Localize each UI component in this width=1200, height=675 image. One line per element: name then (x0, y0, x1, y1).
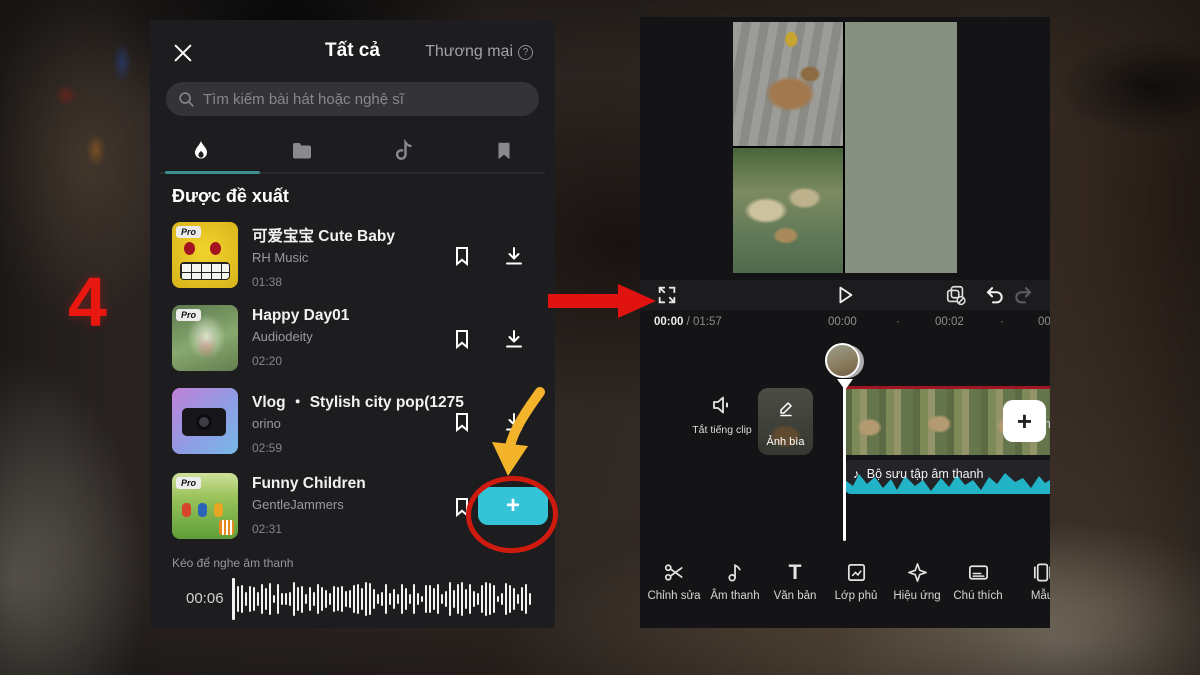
ruler-dot: · (896, 316, 900, 328)
preview-image-top-left (733, 22, 843, 146)
step-number: 4 (68, 262, 107, 342)
song-thumbnail: Pro (172, 305, 238, 371)
track-top-line (845, 386, 1050, 389)
playhead-pin[interactable] (825, 343, 865, 393)
song-title: 可爱宝宝 Cute Baby (252, 224, 548, 246)
pencil-icon (776, 398, 796, 418)
song-thumbnail: Pro (172, 222, 238, 288)
chart-icon (219, 520, 234, 535)
flame-icon (189, 139, 213, 163)
bookmark-icon[interactable] (450, 410, 474, 434)
video-preview[interactable] (733, 22, 957, 273)
editor-toolbar: Chỉnh sửa Âm thanh T Văn bản Lớp phủ (640, 560, 1050, 622)
timeline-ruler: 00:00 / 01:57 00:00 · 00:02 · 00 (640, 316, 1050, 332)
tab-saved[interactable] (454, 132, 555, 170)
ruler-dot: · (1000, 316, 1004, 328)
tool-text[interactable]: T Văn bản (765, 560, 825, 602)
mute-clip-button[interactable]: Tắt tiếng clip (690, 393, 754, 436)
drag-hint: Kéo để nghe âm thanh (172, 556, 293, 570)
tab-folder[interactable] (251, 132, 352, 170)
ruler-tick: 00 (1038, 316, 1050, 328)
download-icon[interactable] (502, 327, 526, 351)
pro-badge: Pro (176, 226, 201, 238)
ruler-tick: 00:00 (828, 316, 857, 328)
cover-label: Ảnh bìa (758, 436, 813, 448)
tool-captions[interactable]: Chú thích (948, 560, 1008, 602)
audio-track-clip[interactable]: ♪ Bộ sưu tập âm thanh (845, 460, 1050, 494)
help-icon[interactable]: ? (518, 45, 533, 60)
tool-edit[interactable]: Chỉnh sửa (644, 560, 704, 602)
song-row[interactable]: Pro Happy Day01 Audiodeity 02:20 (150, 301, 555, 379)
tab-commercial-label: Thương mại (425, 43, 513, 61)
template-icon (1031, 561, 1051, 584)
tab-trending[interactable] (150, 132, 251, 170)
preview-image-bottom-left (733, 148, 843, 273)
video-editor-panel: 00:00 / 01:57 00:00 · 00:02 · 00 Tắt tiế… (640, 17, 1050, 628)
undo-icon[interactable] (982, 284, 1004, 306)
tool-audio[interactable]: Âm thanh (705, 560, 765, 602)
song-thumbnail: Pro (172, 473, 238, 539)
preview-image-right (845, 22, 957, 273)
pro-badge: Pro (176, 309, 201, 321)
tab-active-indicator (165, 171, 260, 174)
search-input[interactable] (203, 91, 527, 108)
song-title: Happy Day01 (252, 307, 548, 325)
mute-clip-label: Tắt tiếng clip (690, 424, 754, 436)
music-waveform[interactable] (232, 576, 548, 622)
audio-track-label: ♪ Bộ sưu tập âm thanh (853, 467, 984, 481)
tutorial-screenshot: 4 Tất cả Thương mại ? (0, 0, 1200, 675)
scissors-icon (663, 561, 686, 584)
preview-time: 00:06 (186, 590, 224, 607)
download-icon[interactable] (502, 244, 526, 268)
tool-template[interactable]: Mẫu (1012, 560, 1050, 602)
bookmark-icon[interactable] (450, 244, 474, 268)
tool-overlay[interactable]: Lớp phủ (826, 560, 886, 602)
tab-tiktok-music[interactable] (353, 132, 454, 170)
bookmark-icon[interactable] (450, 327, 474, 351)
tool-effects[interactable]: Hiệu ứng (887, 560, 947, 602)
cover-button[interactable]: Ảnh bìa (758, 388, 813, 455)
playhead-line[interactable] (843, 379, 846, 541)
song-row[interactable]: Pro 可爱宝宝 Cute Baby RH Music 01:38 (150, 218, 555, 296)
tab-commercial[interactable]: Thương mại ? (425, 43, 533, 61)
playback-time: 00:00 / 01:57 (654, 316, 722, 328)
search-icon (178, 91, 195, 108)
effects-star-icon (906, 561, 929, 584)
fullscreen-icon[interactable] (656, 284, 678, 306)
music-note-icon (724, 561, 747, 584)
add-clip-button[interactable]: + (1003, 400, 1046, 442)
redo-icon[interactable] (1014, 284, 1036, 306)
text-tool-icon: T (789, 562, 802, 584)
overlay-icon (845, 561, 868, 584)
speaker-mute-icon (710, 393, 734, 417)
song-thumbnail (172, 388, 238, 454)
search-bar[interactable] (166, 82, 539, 116)
player-controls (640, 280, 1050, 310)
bookmark-icon (493, 140, 515, 162)
red-arrow (548, 284, 656, 318)
tiktok-note-icon (391, 139, 415, 163)
pro-badge: Pro (176, 477, 201, 489)
play-icon[interactable] (834, 284, 856, 306)
section-title: Được đề xuất (172, 186, 289, 207)
folder-icon (290, 139, 314, 163)
library-tabs (150, 132, 555, 170)
song-duration: 01:38 (252, 275, 548, 289)
music-note-icon: ♪ (853, 467, 859, 481)
caption-icon (967, 561, 990, 584)
song-duration: 02:20 (252, 354, 548, 368)
ruler-tick: 00:02 (935, 316, 964, 328)
yellow-curved-arrow (478, 386, 560, 484)
layers-disabled-icon[interactable] (945, 284, 967, 306)
